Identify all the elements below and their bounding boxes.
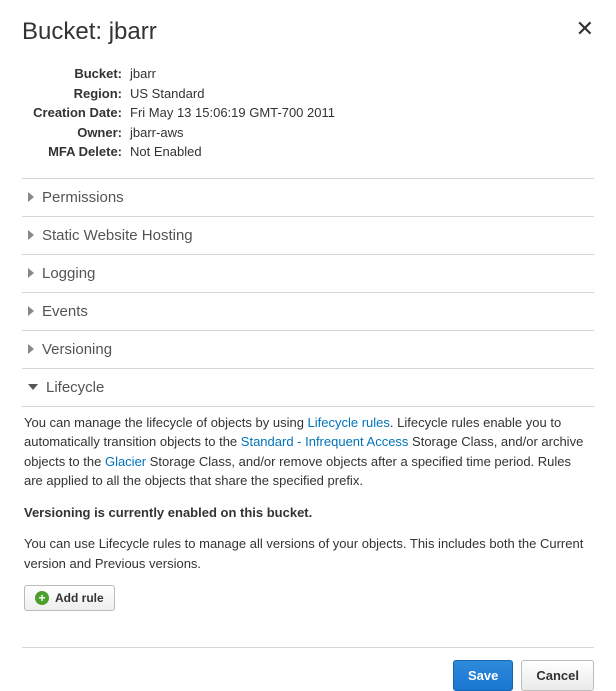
prop-row-region: Region: US Standard	[32, 84, 594, 104]
section-label: Events	[42, 303, 88, 320]
caret-down-icon	[28, 384, 38, 390]
versioning-status-note: Versioning is currently enabled on this …	[24, 503, 592, 523]
section-header-static-website[interactable]: Static Website Hosting	[22, 217, 594, 254]
section-header-permissions[interactable]: Permissions	[22, 179, 594, 216]
prop-row-mfa: MFA Delete: Not Enabled	[32, 142, 594, 162]
lifecycle-description: You can manage the lifecycle of objects …	[24, 413, 592, 491]
prop-label: Bucket:	[32, 64, 130, 84]
prop-label: Owner:	[32, 123, 130, 143]
section-static-website: Static Website Hosting	[22, 216, 594, 254]
section-versioning: Versioning	[22, 330, 594, 368]
prop-label: Region:	[32, 84, 130, 104]
section-header-versioning[interactable]: Versioning	[22, 331, 594, 368]
save-button[interactable]: Save	[453, 660, 513, 691]
page-title: Bucket: jbarr	[22, 18, 157, 46]
section-permissions: Permissions	[22, 178, 594, 216]
caret-right-icon	[28, 268, 34, 278]
prop-value: US Standard	[130, 84, 204, 104]
section-label: Static Website Hosting	[42, 227, 193, 244]
text: You can manage the lifecycle of objects …	[24, 415, 308, 430]
section-label: Logging	[42, 265, 95, 282]
prop-value: Fri May 13 15:06:19 GMT-700 2011	[130, 103, 335, 123]
prop-label: MFA Delete:	[32, 142, 130, 162]
prop-value: Not Enabled	[130, 142, 202, 162]
add-rule-label: Add rule	[55, 591, 104, 605]
prop-label: Creation Date:	[32, 103, 130, 123]
section-label: Permissions	[42, 189, 124, 206]
prop-row-owner: Owner: jbarr-aws	[32, 123, 594, 143]
cancel-button[interactable]: Cancel	[521, 660, 594, 691]
prop-row-bucket: Bucket: jbarr	[32, 64, 594, 84]
section-header-events[interactable]: Events	[22, 293, 594, 330]
section-lifecycle: Lifecycle	[22, 368, 594, 406]
section-label: Lifecycle	[46, 379, 104, 396]
add-rule-button[interactable]: + Add rule	[24, 585, 115, 611]
section-label: Versioning	[42, 341, 112, 358]
dialog-header: Bucket: jbarr ✕	[22, 18, 594, 46]
standard-ia-link[interactable]: Standard - Infrequent Access	[241, 434, 409, 449]
lifecycle-body: You can manage the lifecycle of objects …	[22, 406, 594, 624]
section-logging: Logging	[22, 254, 594, 292]
prop-value: jbarr	[130, 64, 156, 84]
dialog-footer: Save Cancel	[22, 647, 594, 691]
section-header-lifecycle[interactable]: Lifecycle	[22, 369, 594, 406]
caret-right-icon	[28, 344, 34, 354]
caret-right-icon	[28, 306, 34, 316]
prop-value: jbarr-aws	[130, 123, 183, 143]
caret-right-icon	[28, 230, 34, 240]
close-icon[interactable]: ✕	[576, 18, 594, 40]
caret-right-icon	[28, 192, 34, 202]
section-header-logging[interactable]: Logging	[22, 255, 594, 292]
lifecycle-versions-note: You can use Lifecycle rules to manage al…	[24, 534, 592, 573]
glacier-link[interactable]: Glacier	[105, 454, 146, 469]
bucket-properties: Bucket: jbarr Region: US Standard Creati…	[32, 64, 594, 162]
section-events: Events	[22, 292, 594, 330]
lifecycle-rules-link[interactable]: Lifecycle rules	[308, 415, 390, 430]
plus-icon: +	[35, 591, 49, 605]
prop-row-creation: Creation Date: Fri May 13 15:06:19 GMT-7…	[32, 103, 594, 123]
